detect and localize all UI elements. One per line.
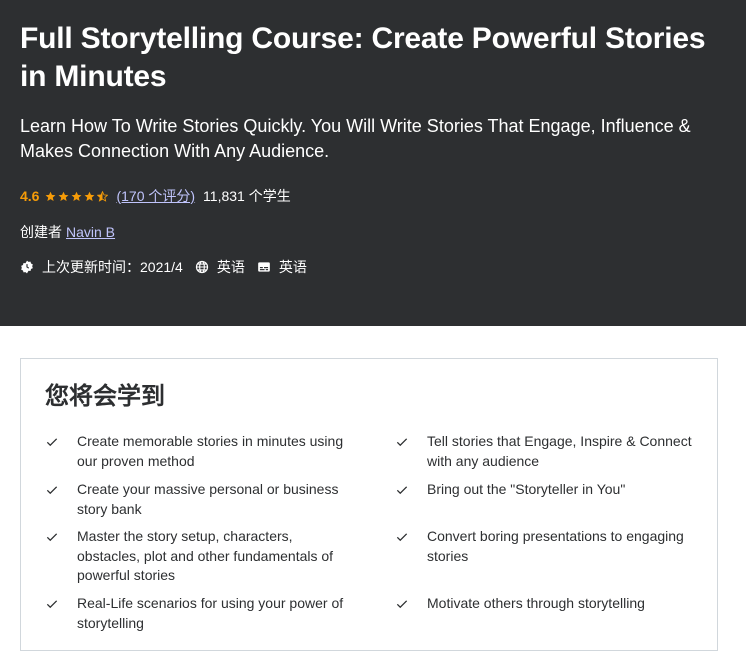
course-language: 英语 [216, 259, 245, 275]
learn-item: Motivate others through storytelling [395, 594, 705, 634]
check-icon [46, 486, 58, 495]
learn-item-text: Tell stories that Engage, Inspire & Conn… [427, 433, 692, 469]
check-icon [46, 438, 58, 447]
check-icon [396, 438, 408, 447]
learn-item: Master the story setup, characters, obst… [45, 527, 355, 594]
what-you-will-learn: 您将会学到 Create memorable stories in minute… [20, 358, 718, 651]
learn-item: Create your massive personal or business… [45, 480, 355, 527]
learn-item: Tell stories that Engage, Inspire & Conn… [395, 432, 705, 480]
check-icon [396, 533, 408, 542]
globe-icon [195, 260, 208, 274]
rating-value: 4.6 [20, 188, 40, 204]
learn-column-left: Create memorable stories in minutes usin… [45, 432, 355, 634]
course-subtitle: Learn How To Write Stories Quickly. You … [20, 116, 691, 161]
learn-item: Create memorable stories in minutes usin… [45, 432, 355, 480]
star-icon [85, 191, 95, 201]
check-icon [396, 486, 408, 495]
closed-captions-icon [257, 262, 270, 272]
learn-heading: 您将会学到 [45, 383, 165, 410]
last-updated: 上次更新时间：2021/4 [42, 259, 183, 275]
update-badge-icon [21, 260, 33, 274]
star-icon [46, 191, 56, 201]
learn-grid: Create memorable stories in minutes usin… [45, 432, 705, 634]
learn-item: Convert boring presentations to engaging… [395, 527, 705, 594]
creator-row: 创建者 Navin B [20, 222, 115, 242]
learn-item-text: Bring out the "Storyteller in You" [427, 481, 626, 497]
rating-row: 4.6 (170 个评分) 11,831 个学生 [20, 186, 291, 206]
learn-item-text: Create your massive personal or business… [77, 481, 339, 517]
course-title: Full Storytelling Course: Create Powerfu… [20, 22, 706, 93]
student-count: 11,831 个学生 [203, 188, 291, 204]
caption-language: 英语 [278, 259, 307, 275]
star-icon [72, 191, 82, 201]
learn-item-text: Real-Life scenarios for using your power… [77, 595, 344, 631]
check-icon [396, 600, 408, 609]
star-icon [59, 191, 69, 201]
instructor-link[interactable]: Navin B [66, 224, 115, 240]
learn-item-text: Convert boring presentations to engaging… [427, 528, 684, 564]
learn-item: Bring out the "Storyteller in You" [395, 480, 705, 527]
learn-item-text: Motivate others through storytelling [427, 595, 645, 611]
learn-item-text: Create memorable stories in minutes usin… [77, 433, 344, 469]
course-header: Full Storytelling Course: Create Powerfu… [0, 0, 746, 326]
check-icon [46, 600, 58, 609]
learn-column-right: Tell stories that Engage, Inspire & Conn… [395, 432, 705, 634]
rating-count-link[interactable]: (170 个评分) [116, 186, 195, 206]
star-rating [45, 190, 110, 202]
creator-label: 创建者 [20, 224, 62, 240]
star-half-icon [97, 190, 109, 202]
check-icon [46, 533, 58, 542]
course-meta: 上次更新时间：2021/4 英语 英语 [20, 257, 319, 277]
learn-item-text: Master the story setup, characters, obst… [77, 528, 334, 583]
learn-item: Real-Life scenarios for using your power… [45, 594, 355, 634]
